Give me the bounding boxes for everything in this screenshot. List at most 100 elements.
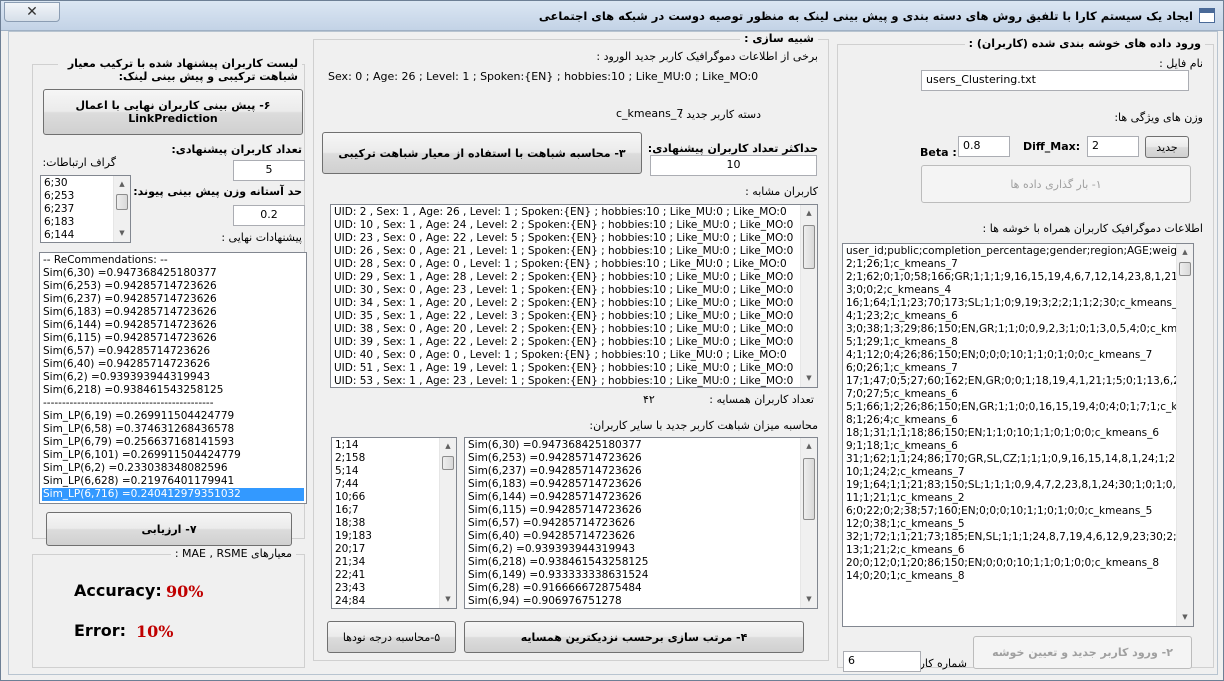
list-item[interactable]: Sim_LP(6,79) =0.256637168141593: [42, 436, 304, 449]
list-item[interactable]: UID: 34 , Sex: 1 , Age: 20 , Level: 2 ; …: [333, 297, 800, 310]
scroll-thumb[interactable]: [803, 225, 815, 269]
list-item[interactable]: 21;34: [334, 556, 439, 569]
list-item[interactable]: Sim(6,237) =0.94285714723626: [42, 293, 304, 306]
list-item[interactable]: UID: 53 , Sex: 1 , Age: 23 , Level: 1 ; …: [333, 375, 800, 387]
list-item[interactable]: UID: 51 , Sex: 1 , Age: 19 , Level: 1 ; …: [333, 362, 800, 375]
scroll-down-arrow-icon[interactable]: ▼: [1177, 609, 1193, 626]
list-item[interactable]: 2;1;26;1;c_kmeans_7: [845, 258, 1176, 271]
list-item[interactable]: 16;7: [334, 504, 439, 517]
list-item[interactable]: UID: 38 , Sex: 0 , Age: 20 , Level: 2 ; …: [333, 323, 800, 336]
list-item[interactable]: 6;0;26;1;c_kmeans_7: [845, 362, 1176, 375]
list-item[interactable]: UID: 10 , Sex: 1 , Age: 24 , Level: 2 ; …: [333, 219, 800, 232]
list-item[interactable]: Sim(6,40) =0.94285714723626: [42, 358, 304, 371]
list-item[interactable]: 6;183: [43, 216, 113, 229]
list-item[interactable]: Sim_LP(6,58) =0.374631268436578: [42, 423, 304, 436]
clustered-users-scrollbar[interactable]: ▲ ▼: [1176, 244, 1193, 626]
scroll-thumb[interactable]: [116, 194, 128, 210]
final-suggestions-listbox[interactable]: -- ReCommendations: -- Sim(6,30) =0.94736…: [39, 252, 307, 504]
list-item[interactable]: 5;1;66;1;2;26;86;150;EN,GR;1;1;0;0,16,15…: [845, 401, 1176, 414]
list-item[interactable]: 3;0;38;1;3;29;86;150;EN,GR;1;1;0;0,9,2,3…: [845, 323, 1176, 336]
list-item[interactable]: 11;1;21;1;c_kmeans_2: [845, 492, 1176, 505]
list-item[interactable]: 8;1;26;4;c_kmeans_6: [845, 414, 1176, 427]
list-item[interactable]: Sim(6,2) =0.939393944319943: [42, 371, 304, 384]
list-item[interactable]: Sim(6,149) =0.933333338631524: [467, 569, 800, 582]
list-item[interactable]: Sim(6,218) =0.938461543258125: [42, 384, 304, 397]
list-item[interactable]: Sim_LP(6,628) =0.21976401179941: [42, 475, 304, 488]
list-item[interactable]: Sim(6,28) =0.916666672875484: [467, 582, 800, 595]
similar-users-scrollbar[interactable]: ▲ ▼: [800, 205, 817, 387]
list-item[interactable]: Sim_LP(6,2) =0.233038348082596: [42, 462, 304, 475]
list-item[interactable]: Sim(6,30) =0.947368425180377: [467, 439, 800, 452]
list-item[interactable]: -- ReCommendations: --: [42, 254, 304, 267]
list-item[interactable]: UID: 26 , Sex: 0 , Age: 21 , Level: 1 ; …: [333, 245, 800, 258]
list-item[interactable]: 2;158: [334, 452, 439, 465]
load-data-button[interactable]: ۱- بار گذاری داده ها: [921, 165, 1191, 203]
list-item[interactable]: 19;1;64;1;1;21;83;150;SL;1;1;1;0,9,4,7,2…: [845, 479, 1176, 492]
scroll-up-arrow-icon[interactable]: ▲: [801, 438, 817, 455]
scroll-up-arrow-icon[interactable]: ▲: [440, 438, 456, 455]
close-button[interactable]: ✕: [4, 2, 60, 22]
list-item[interactable]: 10;66: [334, 491, 439, 504]
list-item[interactable]: UID: 2 , Sex: 1 , Age: 26 , Level: 1 ; S…: [333, 206, 800, 219]
link-prediction-button[interactable]: ۶- پیش بینی کاربران نهایی با اعمال LinkP…: [43, 89, 303, 135]
scroll-up-arrow-icon[interactable]: ▲: [801, 205, 817, 222]
list-item[interactable]: 20;17: [334, 543, 439, 556]
list-item[interactable]: 20;0;12;0;1;20;86;150;EN;0;0;0;10;1;1;0;…: [845, 557, 1176, 570]
calculate-similarity-button[interactable]: ۳- محاسبه شباهت با استفاده از معیار شباه…: [322, 132, 642, 174]
node-degree-button[interactable]: ۵-محاسبه درجه نودها: [327, 621, 456, 653]
scroll-down-arrow-icon[interactable]: ▼: [114, 225, 130, 242]
list-item[interactable]: 1;14: [334, 439, 439, 452]
list-item[interactable]: UID: 30 , Sex: 0 , Age: 23 , Level: 1 ; …: [333, 284, 800, 297]
list-item[interactable]: 32;1;72;1;1;21;73;185;EN,SL;1;1;1;24,8,7…: [845, 531, 1176, 544]
list-item[interactable]: Sim(6,144) =0.94285714723626: [42, 319, 304, 332]
list-item[interactable]: 6;0;22;0;2;38;57;160;EN;0;0;0;10;1;1;0;1…: [845, 505, 1176, 518]
sort-neighbors-button[interactable]: ۴- مرتب سازی برحسب نزدیکترین همسایه: [464, 621, 804, 653]
new-user-cluster-button[interactable]: ۲- ورود کاربر جدید و تعیین خوشه: [973, 636, 1192, 669]
scroll-down-arrow-icon[interactable]: ▼: [801, 591, 817, 608]
list-item[interactable]: 6;253: [43, 190, 113, 203]
similarity-scrollbar[interactable]: ▲ ▼: [800, 438, 817, 608]
threshold-input[interactable]: 0.2: [233, 205, 305, 226]
list-item[interactable]: 7;0;27;5;c_kmeans_6: [845, 388, 1176, 401]
list-item[interactable]: UID: 29 , Sex: 1 , Age: 28 , Level: 2 ; …: [333, 271, 800, 284]
list-item[interactable]: 14;0;20;1;c_kmeans_8: [845, 570, 1176, 583]
list-item[interactable]: 22;41: [334, 569, 439, 582]
list-item[interactable]: Sim(6,30) =0.947368425180377: [42, 267, 304, 280]
scroll-thumb[interactable]: [442, 456, 454, 470]
scroll-up-arrow-icon[interactable]: ▲: [114, 176, 130, 193]
list-item[interactable]: Sim_LP(6,19) =0.269911504424779: [42, 410, 304, 423]
list-item[interactable]: Sim(6,115) =0.94285714723626: [467, 504, 800, 517]
list-item[interactable]: 5;1;29;1;c_kmeans_8: [845, 336, 1176, 349]
list-item[interactable]: Sim(6,94) =0.906976751278: [467, 595, 800, 608]
list-item[interactable]: UID: 40 , Sex: 0 , Age: 0 , Level: 1 ; S…: [333, 349, 800, 362]
list-item[interactable]: 13;1;21;2;c_kmeans_6: [845, 544, 1176, 557]
list-item[interactable]: 10;1;24;2;c_kmeans_7: [845, 466, 1176, 479]
similar-users-listbox[interactable]: UID: 2 , Sex: 1 , Age: 26 , Level: 1 ; S…: [330, 204, 818, 388]
list-item[interactable]: UID: 35 , Sex: 1 , Age: 22 , Level: 3 ; …: [333, 310, 800, 323]
list-item[interactable]: 24;84: [334, 595, 439, 608]
list-item[interactable]: 4;1;23;2;c_kmeans_6: [845, 310, 1176, 323]
list-item[interactable]: 2;1;62;0;1;0;58;166;GR;1;1;1;9,16,15,19,…: [845, 271, 1176, 284]
list-item[interactable]: 31;1;62;1;1;24;86;170;GR,SL,CZ;1;1;1;0,9…: [845, 453, 1176, 466]
node-degree-scrollbar[interactable]: ▲ ▼: [439, 438, 456, 608]
list-item[interactable]: Sim(6,57) =0.94285714723626: [42, 345, 304, 358]
list-item[interactable]: Sim(6,183) =0.94285714723626: [42, 306, 304, 319]
list-item[interactable]: Sim(6,144) =0.94285714723626: [467, 491, 800, 504]
list-item[interactable]: 12;0;38;1;c_kmeans_5: [845, 518, 1176, 531]
list-item[interactable]: 5;14: [334, 465, 439, 478]
clustered-users-listbox[interactable]: user_id;public;completion_percentage;gen…: [842, 243, 1194, 627]
list-item[interactable]: Sim(6,253) =0.94285714723626: [467, 452, 800, 465]
evaluate-button[interactable]: ۷- ارزیابی: [46, 512, 292, 546]
list-item[interactable]: ----------------------------------------…: [42, 397, 304, 410]
similarity-listbox[interactable]: Sim(6,30) =0.947368425180377 Sim(6,253) =…: [464, 437, 818, 609]
list-item[interactable]: 18;1;31;1;1;18;86;150;EN;1;1;0;10;1;1;0;…: [845, 427, 1176, 440]
list-item[interactable]: 9;1;18;1;c_kmeans_6: [845, 440, 1176, 453]
list-item[interactable]: Sim(6,183) =0.94285714723626: [467, 478, 800, 491]
list-item[interactable]: 3;0;0;2;c_kmeans_4: [845, 284, 1176, 297]
list-item[interactable]: UID: 39 , Sex: 1 , Age: 22 , Level: 2 ; …: [333, 336, 800, 349]
list-item[interactable]: Sim_LP(6,716) =0.240412979351032: [42, 488, 304, 501]
new-weights-button[interactable]: جدید: [1145, 136, 1189, 158]
list-item[interactable]: 7;44: [334, 478, 439, 491]
graph-scrollbar[interactable]: ▲ ▼: [113, 176, 130, 242]
list-item[interactable]: Sim(6,237) =0.94285714723626: [467, 465, 800, 478]
